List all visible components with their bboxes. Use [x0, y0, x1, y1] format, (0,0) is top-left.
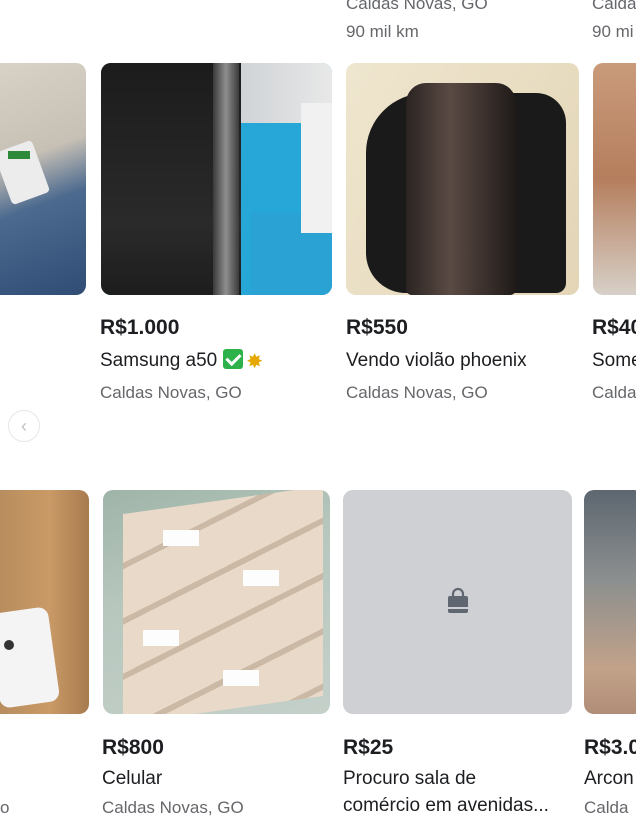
listing-image[interactable] [101, 63, 332, 295]
listing-title[interactable]: Vendo violão phoenix [346, 349, 527, 372]
listing-title[interactable]: Arcon [584, 767, 634, 790]
listing-title[interactable]: Celular [102, 767, 162, 790]
listing-title-text: Samsung a50 [100, 350, 218, 371]
check-mark-icon [223, 349, 244, 369]
shopping-bag-icon [447, 587, 468, 613]
listing-image[interactable] [0, 490, 89, 714]
listing-image[interactable] [103, 490, 330, 714]
listing-title-line1[interactable]: Procuro sala de [343, 767, 476, 790]
listing-image[interactable] [0, 63, 86, 295]
chevron-left-icon: ‹ [21, 415, 27, 436]
listing-location: Caldas Novas, GO [102, 798, 244, 817]
listing-mileage: 90 mil km [346, 22, 419, 41]
listing-price: R$3.0 [584, 736, 636, 759]
listing-price: R$40 [592, 316, 636, 339]
listing-title[interactable]: Some [592, 349, 636, 372]
listing-image[interactable] [584, 490, 636, 714]
listing-title[interactable]: Samsung a50 ✸ [100, 349, 263, 374]
listing-location: Calda [584, 798, 629, 817]
listing-location: Caldas Novas, GO [346, 0, 488, 13]
listing-location: Caldas Novas, GO [100, 383, 242, 402]
carousel-prev-button[interactable]: ‹ [8, 410, 40, 442]
listing-price: R$550 [346, 316, 408, 339]
listing-partial-text: o [0, 798, 10, 817]
listing-location: Calda [592, 383, 636, 402]
listing-title-line2[interactable]: comércio em avenidas... [343, 794, 549, 817]
listing-location: Calda [592, 0, 636, 13]
sparkle-icon: ✸ [246, 351, 264, 373]
listing-price: R$1.000 [100, 316, 180, 339]
listing-location: Caldas Novas, GO [346, 383, 488, 402]
listing-image-placeholder[interactable] [343, 490, 572, 714]
listing-image[interactable] [593, 63, 636, 295]
listing-mileage: 90 mi [592, 22, 634, 41]
listing-image[interactable] [346, 63, 579, 295]
listing-price: R$25 [343, 736, 394, 759]
listing-price: R$800 [102, 736, 164, 759]
